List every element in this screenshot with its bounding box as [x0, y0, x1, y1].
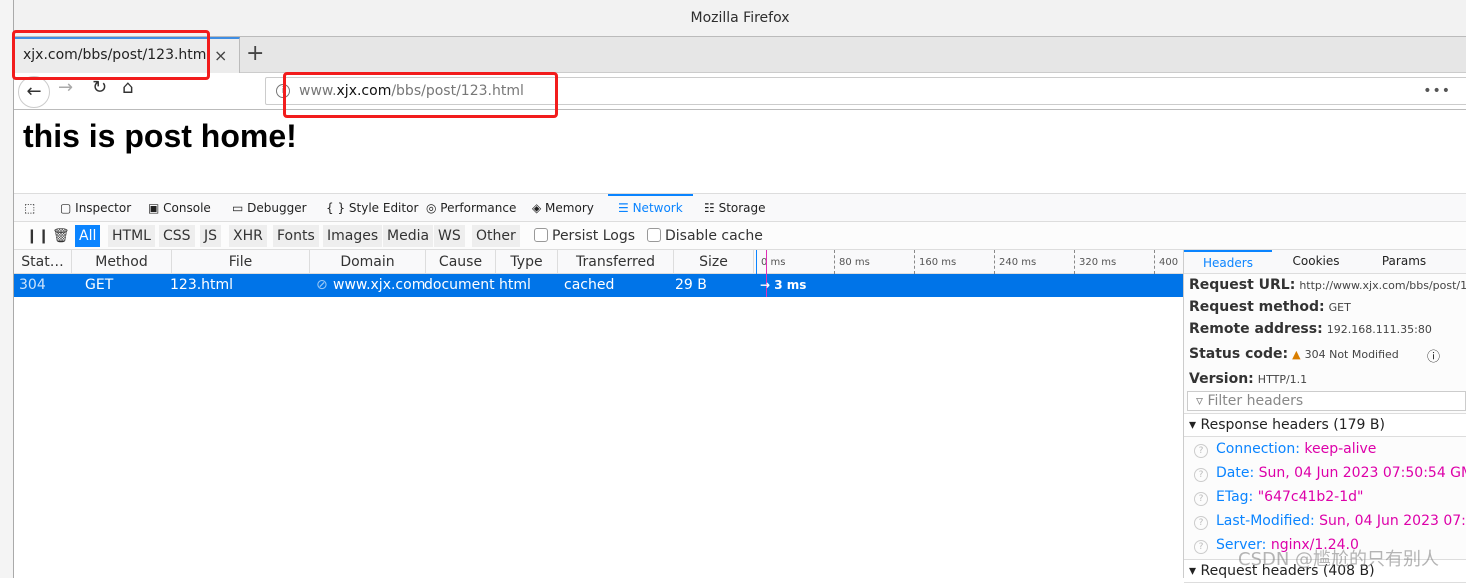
tab-console[interactable]: ▣ Console — [148, 194, 211, 222]
timeline-tick: 320 ms — [1074, 250, 1116, 274]
tab-memory[interactable]: ◈ Memory — [532, 194, 594, 222]
tab-debugger[interactable]: ▭ Debugger — [232, 194, 307, 222]
col-type[interactable]: Type — [496, 250, 558, 274]
filter-media[interactable]: Media — [383, 225, 434, 247]
back-button[interactable]: ← — [18, 76, 50, 108]
table-row[interactable]: 304 GET 123.html ⊘ www.xjx.com document … — [14, 250, 1183, 297]
tab-performance[interactable]: ◎ Performance — [426, 194, 516, 222]
window-edge — [0, 0, 14, 578]
filter-fonts[interactable]: Fonts — [273, 225, 319, 247]
col-transferred[interactable]: Transferred — [558, 250, 674, 274]
header-row: ? ETag: "647c41b2-1d" — [1194, 489, 1363, 506]
tab-cookies[interactable]: Cookies — [1272, 250, 1360, 272]
timeline-tick: 0 ms — [756, 250, 786, 274]
cell-status: 304 — [19, 277, 46, 293]
header-row: ? Date: Sun, 04 Jun 2023 07:50:54 GMT — [1194, 465, 1466, 482]
request-url: Request URL: http://www.xjx.com/bbs/post/… — [1189, 277, 1466, 293]
tab-bar: xjx.com/bbs/post/123.html × + — [14, 36, 1466, 74]
home-button[interactable]: ⌂ — [122, 77, 133, 98]
header-row: ?Last-Modified: Sun, 04 Jun 2023 07:48: — [1194, 513, 1466, 530]
cell-cause: document — [424, 277, 495, 293]
filter-all[interactable]: All — [75, 225, 101, 247]
timeline-tick: 240 ms — [994, 250, 1036, 274]
highlight-box-tab — [12, 30, 210, 80]
tab-params[interactable]: Params — [1360, 250, 1448, 272]
filter-html[interactable]: HTML — [108, 225, 155, 247]
requests-table-header: Stat… Method File Domain Cause Type Tran… — [14, 250, 1183, 294]
header-row: ? Connection: keep-alive — [1194, 441, 1376, 458]
reload-button[interactable]: ↻ — [92, 77, 107, 98]
cell-type: html — [499, 277, 531, 293]
help-icon[interactable]: ⓘ — [1427, 346, 1440, 365]
filter-js[interactable]: JS — [200, 225, 222, 247]
network-filter-bar: ❙❙ 🗑 All HTML CSS JS XHR Fonts Images Me… — [14, 222, 1466, 250]
response-headers-section[interactable]: ▾ Response headers (179 B) — [1184, 413, 1466, 437]
watermark: CSDN @尴尬的只有别人 — [1238, 549, 1440, 570]
tab-network[interactable]: ☰ Network — [608, 194, 693, 222]
tab-storage[interactable]: ☷ Storage — [704, 194, 766, 222]
timeline-tick: 80 ms — [834, 250, 870, 274]
cell-size: 29 B — [675, 277, 707, 293]
window-title: Mozilla Firefox — [14, 0, 1466, 36]
filter-css[interactable]: CSS — [159, 225, 195, 247]
clear-trash-icon[interactable]: 🗑 — [52, 225, 70, 247]
disable-cache-checkbox[interactable]: Disable cache — [647, 225, 763, 247]
insecure-icon: ⊘ — [316, 277, 328, 293]
tab-headers[interactable]: Headers — [1184, 250, 1272, 274]
request-method: Request method: GET — [1189, 299, 1351, 315]
page-content: this is post home! — [14, 110, 1466, 193]
filter-images[interactable]: Images — [323, 225, 383, 247]
col-method[interactable]: Method — [72, 250, 172, 274]
pause-icon[interactable]: ❙❙ — [26, 225, 49, 247]
col-domain[interactable]: Domain — [310, 250, 426, 274]
forward-button[interactable]: → — [58, 77, 73, 98]
page-heading: this is post home! — [23, 118, 297, 154]
element-picker-icon[interactable]: ⬚ — [24, 194, 35, 222]
filter-headers-input[interactable]: ▿ Filter headers — [1187, 391, 1466, 411]
close-tab-icon[interactable]: × — [214, 39, 227, 72]
tab-inspector[interactable]: ▢ Inspector — [60, 194, 131, 222]
request-details-panel: Headers Cookies Params Request URL: http:… — [1183, 250, 1466, 583]
details-tabs: Headers Cookies Params — [1184, 250, 1466, 274]
http-version: Version: HTTP/1.1 — [1189, 371, 1308, 387]
devtools-toolbar: ⬚ ▢ Inspector ▣ Console ▭ Debugger { } S… — [14, 193, 1466, 222]
new-tab-button[interactable]: + — [246, 37, 264, 70]
nav-bar: ← → ↻ ⌂ i www.xjx.com/bbs/post/123.html … — [14, 73, 1466, 110]
filter-other[interactable]: Other — [472, 225, 520, 247]
more-actions-icon[interactable]: ••• — [1423, 78, 1451, 104]
col-status[interactable]: Stat… — [14, 250, 72, 274]
cell-transferred: cached — [564, 277, 615, 293]
cell-method: GET — [85, 277, 114, 293]
cell-timing: → 3 ms — [760, 278, 807, 292]
filter-xhr[interactable]: XHR — [229, 225, 267, 247]
remote-address: Remote address: 192.168.111.35:80 — [1189, 321, 1432, 337]
cell-domain: www.xjx.com — [333, 277, 426, 293]
status-code: Status code: ▲ 304 Not Modified — [1189, 346, 1399, 362]
col-cause[interactable]: Cause — [426, 250, 496, 274]
col-size[interactable]: Size — [674, 250, 754, 274]
timeline-tick: 400 ms — [1154, 250, 1183, 294]
timeline-tick: 160 ms — [914, 250, 956, 274]
col-file[interactable]: File — [172, 250, 310, 274]
persist-logs-checkbox[interactable]: Persist Logs — [534, 225, 635, 247]
tab-style-editor[interactable]: { } Style Editor — [326, 194, 418, 222]
filter-ws[interactable]: WS — [434, 225, 465, 247]
warning-icon: ▲ — [1292, 348, 1301, 361]
cell-file: 123.html — [170, 277, 234, 293]
